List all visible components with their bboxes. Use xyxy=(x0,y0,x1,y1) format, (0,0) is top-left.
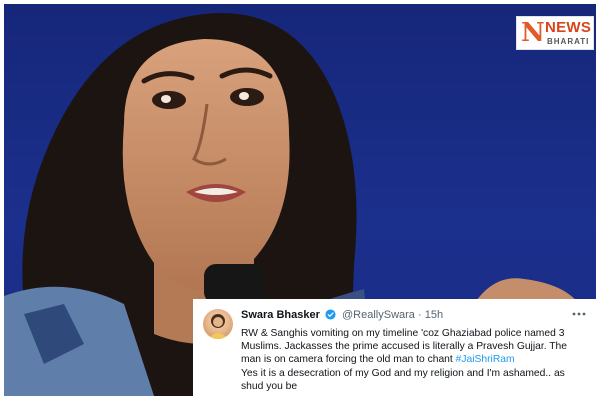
tweet-timestamp[interactable]: 15h xyxy=(425,309,443,321)
logo-mark-icon: N xyxy=(521,18,545,48)
separator-dot: · xyxy=(418,309,422,321)
avatar-portrait-icon xyxy=(208,314,228,339)
logo-sub-text: BHARATI xyxy=(547,37,590,46)
news-bharati-logo: N NEWS BHARATI xyxy=(516,16,594,50)
tweet-body: RW & Sanghis vomiting on my timeline 'co… xyxy=(241,327,587,393)
display-name[interactable]: Swara Bhasker xyxy=(241,309,320,321)
tweet-header: Swara Bhasker @ReallySwara · 15h xyxy=(241,308,443,324)
user-handle[interactable]: @ReallySwara xyxy=(342,309,415,321)
left-eye-shine xyxy=(161,95,171,103)
right-eye-shine xyxy=(239,92,249,100)
logo-brand-text: NEWS xyxy=(545,19,592,36)
tweet-text-paragraph-1: RW & Sanghis vomiting on my timeline 'co… xyxy=(241,327,587,367)
tweet-text-line-2: Yes it is a desecration of my God and my… xyxy=(241,367,565,392)
tweet-text-line-1: RW & Sanghis vomiting on my timeline 'co… xyxy=(241,328,568,366)
verified-badge-icon xyxy=(325,309,336,324)
microphone xyxy=(204,264,264,304)
tweet-card: Swara Bhasker @ReallySwara · 15h RW & Sa… xyxy=(193,299,596,396)
hashtag-link[interactable]: #JaiShriRam xyxy=(456,354,515,365)
avatar[interactable] xyxy=(203,309,233,339)
more-dots-icon[interactable] xyxy=(572,305,586,319)
